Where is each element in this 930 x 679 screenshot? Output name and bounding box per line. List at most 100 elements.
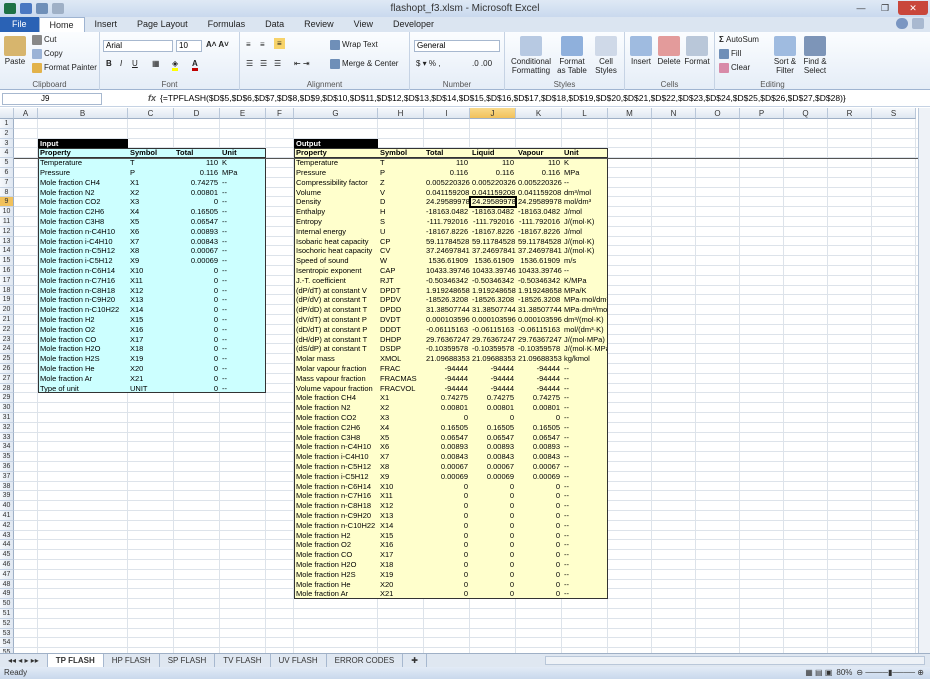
vertical-scrollbar[interactable]	[918, 108, 930, 653]
row-header[interactable]: 28	[0, 383, 14, 394]
column-header[interactable]: L	[562, 108, 608, 119]
row-header[interactable]: 46	[0, 560, 14, 570]
tab-file[interactable]: File	[0, 17, 39, 32]
row-header[interactable]: 20	[0, 305, 14, 315]
row-header[interactable]: 22	[0, 324, 14, 335]
row-header[interactable]: 14	[0, 246, 14, 257]
sheet-tab-tp-flash[interactable]: TP FLASH	[47, 654, 104, 667]
row-header[interactable]: 43	[0, 530, 14, 541]
row-header[interactable]: 53	[0, 628, 14, 639]
copy-button[interactable]: Copy	[32, 49, 63, 59]
cell-styles-button[interactable]: Cell Styles	[591, 34, 621, 75]
sheet-tab-hp-flash[interactable]: HP FLASH	[104, 654, 160, 667]
indent-icon[interactable]: ⇤ ⇥	[294, 59, 310, 68]
select-all-corner[interactable]	[0, 108, 14, 119]
bold-button[interactable]: B	[106, 59, 112, 68]
conditional-formatting-button[interactable]: Conditional Formatting	[509, 34, 553, 75]
row-header[interactable]: 51	[0, 609, 14, 619]
number-format-select[interactable]: General	[414, 40, 500, 52]
grow-font-icon[interactable]: A˄ A˅	[206, 40, 229, 49]
align-center-icon[interactable]: ☰	[260, 59, 267, 68]
clear-button[interactable]: Clear	[719, 63, 750, 73]
borders-icon[interactable]: ▦	[152, 59, 160, 68]
underline-button[interactable]: U	[132, 59, 138, 68]
close-icon[interactable]: ✕	[898, 1, 928, 15]
row-header[interactable]: 36	[0, 462, 14, 472]
tab-formulas[interactable]: Formulas	[198, 17, 256, 32]
delete-cells-button[interactable]: Delete	[655, 34, 683, 66]
sheet-tab-uv-flash[interactable]: UV FLASH	[271, 654, 327, 667]
row-header[interactable]: 39	[0, 491, 14, 502]
row-header[interactable]: 6	[0, 168, 14, 178]
decimal-icon[interactable]: .0 .00	[472, 59, 492, 68]
column-header[interactable]: J	[470, 108, 516, 119]
row-header[interactable]: 45	[0, 550, 14, 560]
row-header[interactable]: 17	[0, 275, 14, 286]
row-header[interactable]: 8	[0, 187, 14, 198]
row-header[interactable]: 9	[0, 197, 14, 208]
formula-input[interactable]: {=TPFLASH($D$5,$D$6,$D$7,$D$8,$D$9,$D$10…	[160, 93, 926, 105]
row-header[interactable]: 49	[0, 589, 14, 600]
italic-button[interactable]: I	[120, 59, 122, 68]
column-header[interactable]: P	[740, 108, 784, 119]
fill-color-icon[interactable]: ◈	[172, 59, 179, 71]
column-header[interactable]: E	[220, 108, 266, 119]
column-header[interactable]: G	[294, 108, 378, 119]
row-header[interactable]: 37	[0, 471, 14, 482]
tab-insert[interactable]: Insert	[85, 17, 128, 32]
sheet-tab-error-codes[interactable]: ERROR CODES	[327, 654, 404, 667]
align-top-icon[interactable]: ≡	[246, 40, 251, 49]
row-header[interactable]: 30	[0, 403, 14, 413]
minimize-icon[interactable]: —	[850, 1, 872, 15]
sheet-tab-tv-flash[interactable]: TV FLASH	[215, 654, 271, 667]
column-header[interactable]: M	[608, 108, 652, 119]
row-header[interactable]: 24	[0, 344, 14, 355]
row-header[interactable]: 7	[0, 177, 14, 188]
row-header[interactable]: 19	[0, 295, 14, 306]
column-header[interactable]: F	[266, 108, 294, 119]
tab-home[interactable]: Home	[38, 17, 85, 32]
input-title[interactable]: Input	[38, 138, 128, 149]
tab-data[interactable]: Data	[255, 17, 294, 32]
row-header[interactable]: 10	[0, 207, 14, 217]
output-title[interactable]: Output	[294, 138, 378, 149]
column-header[interactable]: O	[696, 108, 740, 119]
insert-cells-button[interactable]: Insert	[627, 34, 655, 66]
merge-center-button[interactable]: Merge & Center	[330, 59, 398, 69]
row-header[interactable]: 31	[0, 413, 14, 423]
row-header[interactable]: 3	[0, 138, 14, 149]
row-header[interactable]: 18	[0, 285, 14, 296]
row-header[interactable]: 34	[0, 442, 14, 453]
row-header[interactable]: 2	[0, 128, 14, 139]
name-box[interactable]: J9	[2, 93, 102, 105]
row-header[interactable]: 1	[0, 119, 14, 129]
row-header[interactable]: 29	[0, 393, 14, 404]
row-header[interactable]: 4	[0, 148, 14, 159]
column-header[interactable]: A	[14, 108, 38, 119]
row-header[interactable]: 44	[0, 540, 14, 551]
row-header[interactable]: 40	[0, 501, 14, 511]
align-right-icon[interactable]: ☰	[274, 59, 281, 68]
column-header[interactable]: H	[378, 108, 424, 119]
row-header[interactable]: 33	[0, 432, 14, 443]
row-header[interactable]: 42	[0, 520, 14, 531]
row-header[interactable]: 32	[0, 422, 14, 433]
tab-page-layout[interactable]: Page Layout	[127, 17, 198, 32]
wrap-text-button[interactable]: Wrap Text	[330, 40, 378, 50]
paste-button[interactable]: Paste	[3, 34, 27, 66]
column-header[interactable]: D	[174, 108, 220, 119]
column-header[interactable]: K	[516, 108, 562, 119]
font-size-select[interactable]: 10	[176, 40, 202, 52]
row-header[interactable]: 27	[0, 373, 14, 384]
view-normal-icon[interactable]: ▦ ▤ ▣	[805, 667, 832, 679]
row-header[interactable]: 41	[0, 511, 14, 521]
tab-view[interactable]: View	[344, 17, 383, 32]
row-header[interactable]: 12	[0, 226, 14, 237]
align-left-icon[interactable]: ☰	[246, 59, 253, 68]
sheet-nav-icon[interactable]: ◂◂ ◂ ▸ ▸▸	[0, 654, 48, 667]
font-color-icon[interactable]: A	[192, 59, 198, 71]
row-header[interactable]: 25	[0, 354, 14, 364]
cut-button[interactable]: Cut	[32, 35, 56, 45]
row-header[interactable]: 50	[0, 599, 14, 609]
column-header[interactable]: R	[828, 108, 872, 119]
